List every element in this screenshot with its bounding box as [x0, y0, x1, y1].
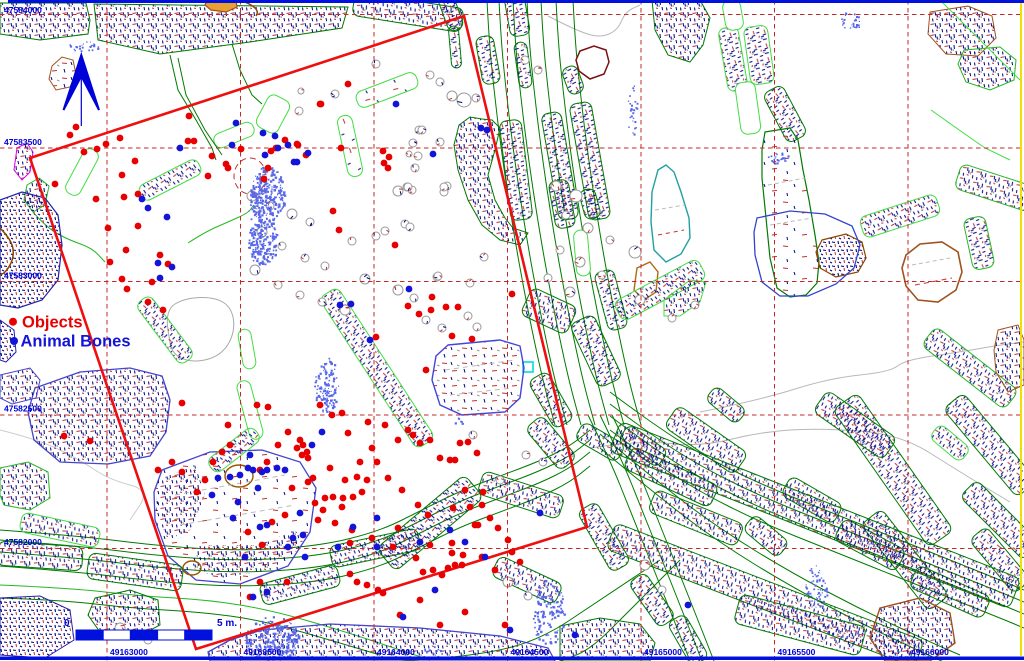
- svg-text:5 m.: 5 m.: [217, 618, 237, 629]
- svg-text:49164500: 49164500: [511, 647, 549, 657]
- svg-text:49164000: 49164000: [377, 647, 415, 657]
- svg-text:Objects: Objects: [22, 314, 83, 332]
- svg-text:47584000: 47584000: [4, 5, 42, 15]
- svg-text:49163000: 49163000: [110, 647, 148, 657]
- svg-text:49165500: 49165500: [778, 647, 816, 657]
- svg-text:49165000: 49165000: [644, 647, 682, 657]
- svg-text:Animal Bones: Animal Bones: [21, 333, 131, 351]
- svg-text:0: 0: [64, 618, 70, 629]
- svg-text:47583500: 47583500: [4, 137, 42, 147]
- svg-text:49163500: 49163500: [244, 647, 282, 657]
- svg-text:47582500: 47582500: [4, 404, 42, 414]
- svg-text:47582000: 47582000: [4, 537, 42, 547]
- svg-text:47583000: 47583000: [4, 271, 42, 281]
- svg-text:49166000: 49166000: [911, 647, 949, 657]
